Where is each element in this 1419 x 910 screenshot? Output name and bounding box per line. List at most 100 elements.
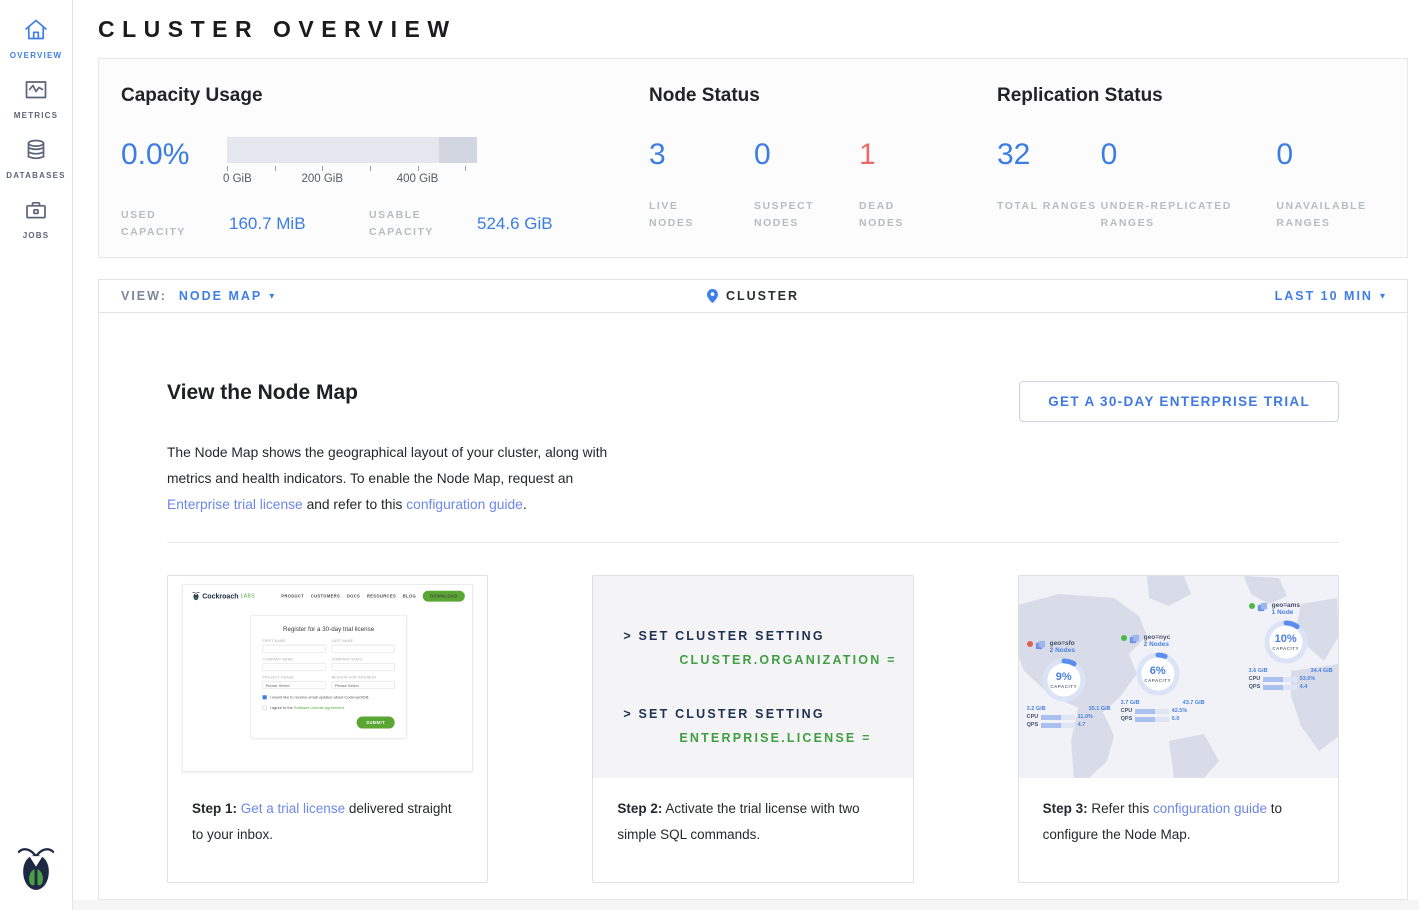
unavailable-ranges-value: 0 (1276, 140, 1385, 170)
qps-value: 0.0 (1172, 716, 1180, 722)
description-text: and refer to this (303, 497, 407, 512)
suspect-nodes-label: SUSPECT NODES (754, 198, 824, 232)
capacity-usage-title: Capacity Usage (121, 85, 649, 107)
mini-site-brand: Cockroach (202, 592, 238, 600)
cpu-sparkline (1263, 677, 1297, 682)
qps-label: QPS (1249, 684, 1263, 690)
sql-commands-block: > SET CLUSTER SETTING CLUSTER.ORGANIZATI… (593, 576, 912, 778)
time-range-dropdown[interactable]: LAST 10 MIN (1275, 289, 1373, 303)
node-cube-icon (1257, 602, 1268, 613)
cluster-summary-card: Capacity Usage 0.0% 0 GiB 200 GiB 400 Gi… (98, 58, 1408, 258)
total-ranges-value: 32 (997, 140, 1101, 170)
mini-input (332, 663, 395, 671)
home-icon (0, 16, 72, 44)
configuration-guide-link[interactable]: configuration guide (1153, 801, 1267, 816)
mini-site-nav: PRODUCT CUSTOMERS DOCS RESOURCES BLOG DO… (281, 590, 465, 601)
node-used-capacity: 3.7 GiB (1121, 700, 1140, 706)
axis-tick-label: 400 GiB (397, 173, 439, 185)
node-map-title: View the Node Map (167, 381, 358, 405)
description-text: The Node Map shows the geographical layo… (167, 445, 607, 486)
enterprise-trial-button[interactable]: GET A 30-DAY ENTERPRISE TRIAL (1019, 381, 1339, 422)
location-pin-icon (707, 289, 718, 303)
mini-nav-item: BLOG (403, 594, 416, 599)
step2-caption: Step 2: Activate the trial license with … (593, 778, 912, 848)
qps-label: QPS (1121, 716, 1135, 722)
node-status-dot (1027, 641, 1033, 647)
node-count: 2 Nodes (1144, 641, 1171, 648)
node-status-dot (1249, 603, 1255, 609)
unavailable-ranges-stat: 0 UNAVAILABLE RANGES (1276, 137, 1385, 232)
dead-nodes-value: 1 (859, 140, 929, 170)
capacity-label: CAPACITY (1272, 646, 1299, 651)
step2-card: > SET CLUSTER SETTING CLUSTER.ORGANIZATI… (592, 575, 913, 883)
cpu-label: CPU (1027, 714, 1041, 720)
mini-checkbox-label: I agree to the (270, 705, 294, 710)
sql-argument: CLUSTER.ORGANIZATION = (679, 648, 912, 672)
step-number: Step 3: (1043, 801, 1088, 816)
mini-checkbox-checked (263, 695, 267, 699)
caption-text: Refer this (1088, 801, 1153, 816)
capacity-label: CAPACITY (1144, 678, 1171, 683)
node-count: 2 Nodes (1050, 647, 1075, 654)
capacity-usage-section: Capacity Usage 0.0% 0 GiB 200 GiB 400 Gi… (121, 85, 649, 257)
sql-argument: ENTERPRISE.LICENSE = (679, 726, 912, 750)
under-replicated-ranges-stat: 0 UNDER-REPLICATED RANGES (1101, 137, 1277, 232)
step3-caption: Step 3: Refer this configuration guide t… (1019, 778, 1338, 848)
get-trial-license-link[interactable]: Get a trial license (241, 801, 345, 816)
sidebar-item-metrics[interactable]: METRICS (0, 60, 72, 120)
under-replicated-ranges-label: UNDER-REPLICATED RANGES (1101, 198, 1277, 232)
step1-card: Cockroach LABS PRODUCT CUSTOMERS DOCS RE… (167, 575, 488, 883)
sidebar-item-label: JOBS (0, 231, 72, 240)
node-total-capacity: 35.1 GiB (1089, 706, 1111, 712)
capacity-bar-chart: 0 GiB 200 GiB 400 GiB (227, 137, 477, 189)
sidebar-item-jobs[interactable]: JOBS (0, 180, 72, 240)
unavailable-ranges-label: UNAVAILABLE RANGES (1276, 198, 1385, 232)
step-number: Step 1: (192, 801, 237, 816)
configuration-guide-link[interactable]: configuration guide (406, 497, 523, 512)
sql-prompt: > SET CLUSTER SETTING (623, 624, 912, 648)
enterprise-trial-license-link[interactable]: Enterprise trial license (167, 497, 303, 512)
step3-card: geo=sfo2 Nodes 9%CAPACITY 3.2 GiB35.1 Gi… (1018, 575, 1339, 883)
cpu-value: 11.0% (1078, 714, 1093, 720)
node-map-description: The Node Map shows the geographical layo… (167, 440, 623, 518)
mini-download-button: DOWNLOAD (423, 590, 465, 601)
node-total-capacity: 43.7 GiB (1183, 700, 1205, 706)
total-ranges-stat: 32 TOTAL RANGES (997, 137, 1101, 232)
suspect-nodes-stat: 0 SUSPECT NODES (754, 137, 859, 232)
page-footer-strip (73, 900, 1419, 910)
view-toolbar: VIEW: NODE MAP ▾ CLUSTER LAST 10 MIN ▾ (98, 279, 1408, 313)
cpu-value: 53.0% (1300, 676, 1316, 682)
briefcase-icon (0, 196, 72, 224)
mini-nav-item: CUSTOMERS (311, 594, 340, 599)
node-status-dot (1121, 635, 1127, 641)
node-map-preview: geo=sfo2 Nodes 9%CAPACITY 3.2 GiB35.1 Gi… (1019, 576, 1338, 778)
capacity-label: CAPACITY (1050, 684, 1077, 689)
qps-label: QPS (1027, 722, 1041, 728)
used-capacity-value: 160.7 MiB (229, 214, 359, 234)
mini-field-label: REASON FOR INTEREST (332, 676, 395, 680)
live-nodes-value: 3 (649, 140, 754, 170)
qps-value: 4.7 (1078, 722, 1086, 728)
node-total-capacity: 34.4 GiB (1311, 668, 1333, 674)
page-title: CLUSTER OVERVIEW (98, 16, 1408, 43)
capacity-donut: 9%CAPACITY (1041, 657, 1087, 703)
mini-input (332, 645, 395, 653)
chevron-down-icon[interactable]: ▾ (269, 291, 274, 302)
location-cluster-label: CLUSTER (726, 289, 799, 303)
sidebar-item-overview[interactable]: OVERVIEW (0, 0, 72, 60)
main-content: CLUSTER OVERVIEW Capacity Usage 0.0% 0 G… (73, 0, 1419, 900)
sidebar-item-databases[interactable]: DATABASES (0, 120, 72, 180)
view-label: VIEW: (121, 289, 167, 303)
view-dropdown[interactable]: NODE MAP (179, 289, 262, 303)
cpu-sparkline (1041, 715, 1075, 720)
mini-field-label: COMPANY NAME (263, 658, 326, 662)
dead-nodes-stat: 1 DEAD NODES (859, 137, 929, 232)
live-nodes-stat: 3 LIVE NODES (649, 137, 754, 232)
mini-field-label: LAST NAME (332, 640, 395, 644)
qps-sparkline (1135, 717, 1169, 722)
live-nodes-label: LIVE NODES (649, 198, 719, 232)
capacity-donut: 6%CAPACITY (1135, 651, 1181, 697)
sidebar-item-label: DATABASES (0, 171, 72, 180)
chevron-down-icon[interactable]: ▾ (1380, 291, 1385, 302)
used-capacity-label: USED CAPACITY (121, 207, 207, 241)
